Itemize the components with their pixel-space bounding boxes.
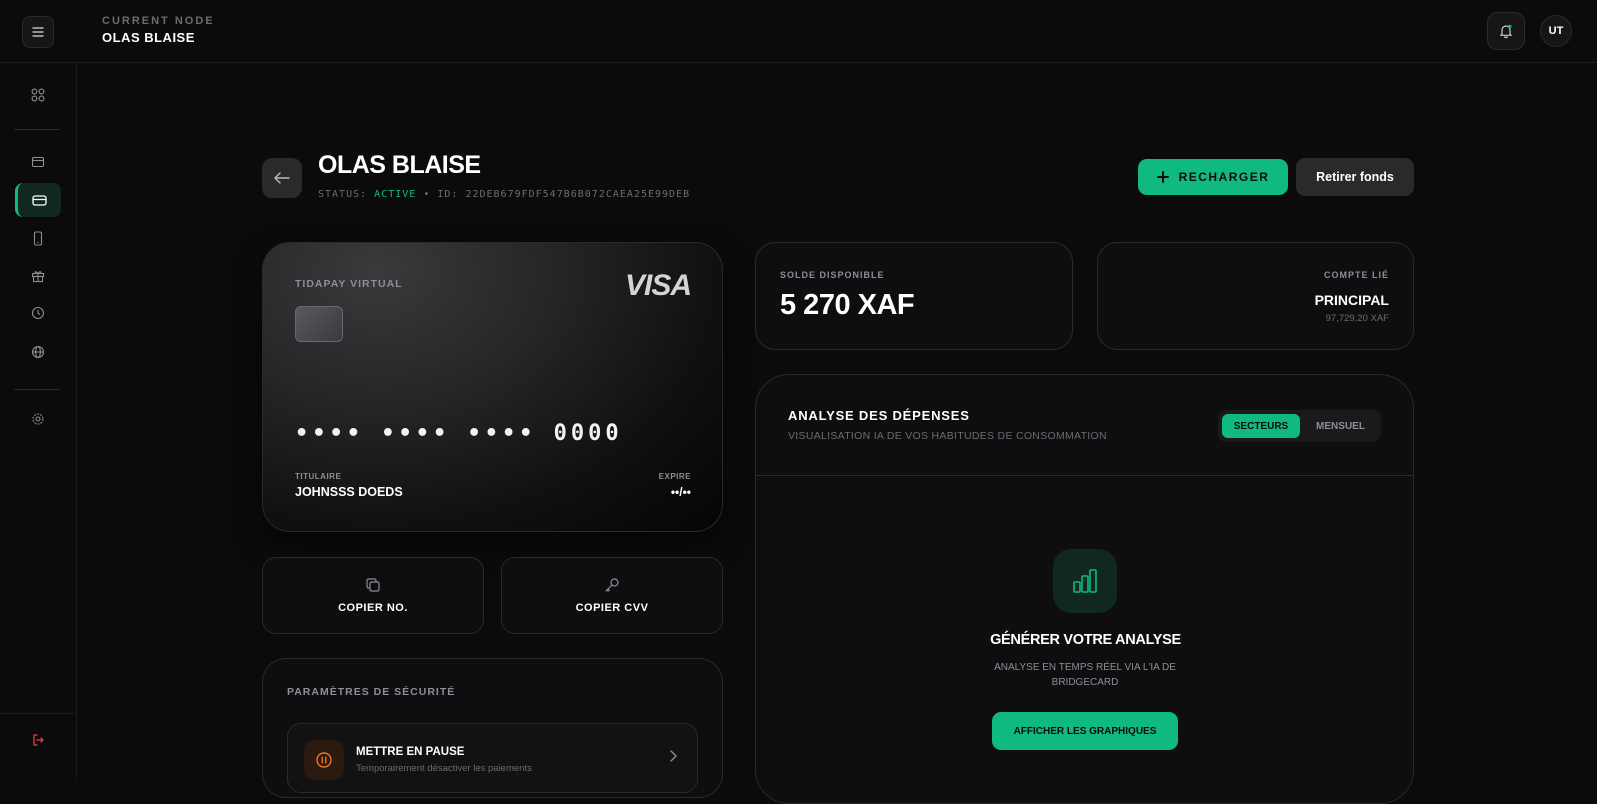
pause-card-row[interactable]: METTRE EN PAUSE Temporairement désactive… — [287, 723, 698, 793]
security-panel: PARAMÈTRES DE SÉCURITÉ METTRE EN PAUSE T… — [262, 658, 723, 798]
sidebar — [0, 63, 77, 778]
sidebar-divider — [14, 129, 60, 130]
sidebar-item-wallet[interactable] — [15, 145, 61, 179]
avatar[interactable]: UT — [1540, 15, 1572, 47]
linked-account-balance: 97,729.20 XAF — [1325, 313, 1389, 324]
wallet-icon — [31, 156, 45, 168]
status-label: STATUS: — [318, 189, 375, 200]
expiry-label: EXPIRE — [658, 472, 691, 481]
pause-title: METTRE EN PAUSE — [356, 746, 465, 758]
sidebar-item-dashboard[interactable] — [15, 78, 61, 112]
pause-icon — [316, 752, 332, 768]
copy-cvv-label: COPIER CVV — [575, 602, 649, 614]
menu-button[interactable] — [22, 16, 54, 48]
bar-chart-icon — [1073, 569, 1097, 593]
sidebar-item-international[interactable] — [15, 335, 61, 369]
key-icon — [605, 578, 619, 592]
card-status-line: STATUS: ACTIVE • ID: 22DEB679FDF547B6B07… — [318, 189, 690, 200]
globe-icon — [31, 345, 45, 359]
linked-account-card: COMPTE LIÉ PRINCIPAL 97,729.20 XAF — [1097, 242, 1414, 350]
holder-name: JOHNSSS DOEDS — [295, 485, 403, 499]
arrow-left-icon — [274, 172, 290, 184]
toggle-monthly[interactable]: MENSUEL — [1304, 414, 1377, 438]
logout-icon — [33, 734, 44, 746]
sidebar-item-cards[interactable] — [15, 183, 61, 217]
analysis-title: ANALYSE DES DÉPENSES — [788, 408, 970, 423]
page-title: OLAS BLAISE — [318, 151, 481, 179]
show-charts-button[interactable]: AFFICHER LES GRAPHIQUES — [992, 712, 1178, 750]
chevron-right-icon — [670, 750, 677, 762]
sidebar-item-mobile[interactable] — [15, 221, 61, 255]
toggle-sectors[interactable]: SECTEURS — [1222, 414, 1300, 438]
analysis-divider — [756, 475, 1413, 476]
card-id: • ID: 22DEB679FDF547B6B072CAEA25E99DEB — [416, 189, 691, 200]
spending-analysis-panel: ANALYSE DES DÉPENSES VISUALISATION IA DE… — [755, 374, 1414, 804]
chart-icon-wrap — [1053, 549, 1117, 613]
withdraw-button[interactable]: Retirer fonds — [1296, 158, 1414, 196]
visa-logo: VISA — [624, 269, 692, 302]
card-icon — [32, 194, 47, 206]
pause-subtitle: Temporairement désactiver les paiements — [356, 763, 532, 774]
copy-icon — [366, 578, 380, 592]
plus-icon — [1156, 171, 1169, 183]
analysis-view-toggle: SECTEURS MENSUEL — [1218, 410, 1381, 442]
hamburger-icon — [32, 27, 44, 37]
sidebar-item-settings[interactable] — [15, 402, 61, 436]
balance-card: SOLDE DISPONIBLE 5 270 XAF — [755, 242, 1073, 350]
sidebar-divider — [14, 389, 60, 390]
node-name: OLAS BLAISE — [102, 30, 195, 45]
sidebar-bottom-divider — [0, 713, 77, 714]
sidebar-item-history[interactable] — [15, 296, 61, 330]
holder-label: TITULAIRE — [295, 472, 342, 481]
linked-account-name: PRINCIPAL — [1314, 292, 1389, 308]
dashboard-grid-icon — [31, 88, 45, 102]
sidebar-item-gifts[interactable] — [15, 259, 61, 293]
balance-label: SOLDE DISPONIBLE — [780, 270, 885, 280]
balance-value: 5 270 XAF — [780, 289, 915, 321]
status-badge: ACTIVE — [374, 189, 417, 200]
card-brand: TIDAPAY VIRTUAL — [295, 278, 403, 290]
copy-number-label: COPIER NO. — [338, 602, 408, 614]
node-eyebrow: CURRENT NODE — [102, 15, 215, 27]
card-chip — [295, 306, 343, 342]
copy-number-button[interactable]: COPIER NO. — [262, 557, 484, 634]
analysis-cta-title: GÉNÉRER VOTRE ANALYSE — [990, 632, 1181, 648]
analysis-subtitle: VISUALISATION IA DE VOS HABITUDES DE CON… — [788, 430, 1107, 442]
top-bar: CURRENT NODE OLAS BLAISE UT — [0, 0, 1597, 63]
analysis-cta-subtitle: ANALYSE EN TEMPS RÉEL VIA L'IA DE BRIDGE… — [994, 662, 1176, 688]
settings-icon — [32, 413, 44, 425]
virtual-card: TIDAPAY VIRTUAL VISA •••• •••• •••• 0000… — [262, 242, 723, 532]
phone-icon — [33, 230, 43, 246]
recharge-button[interactable]: RECHARGER — [1138, 159, 1288, 195]
bell-icon — [1500, 24, 1512, 39]
clock-icon — [31, 306, 45, 320]
security-title: PARAMÈTRES DE SÉCURITÉ — [287, 686, 456, 698]
gift-icon — [31, 271, 45, 283]
recharge-label: RECHARGER — [1178, 170, 1270, 184]
expiry-value: ••/•• — [670, 485, 691, 499]
card-number: •••• •••• •••• 0000 — [295, 421, 623, 446]
back-button[interactable] — [262, 158, 302, 198]
pause-icon-wrap — [304, 740, 344, 780]
copy-cvv-button[interactable]: COPIER CVV — [501, 557, 723, 634]
notifications-button[interactable] — [1487, 12, 1525, 50]
linked-account-label: COMPTE LIÉ — [1323, 270, 1389, 280]
logout-button[interactable] — [15, 723, 61, 757]
